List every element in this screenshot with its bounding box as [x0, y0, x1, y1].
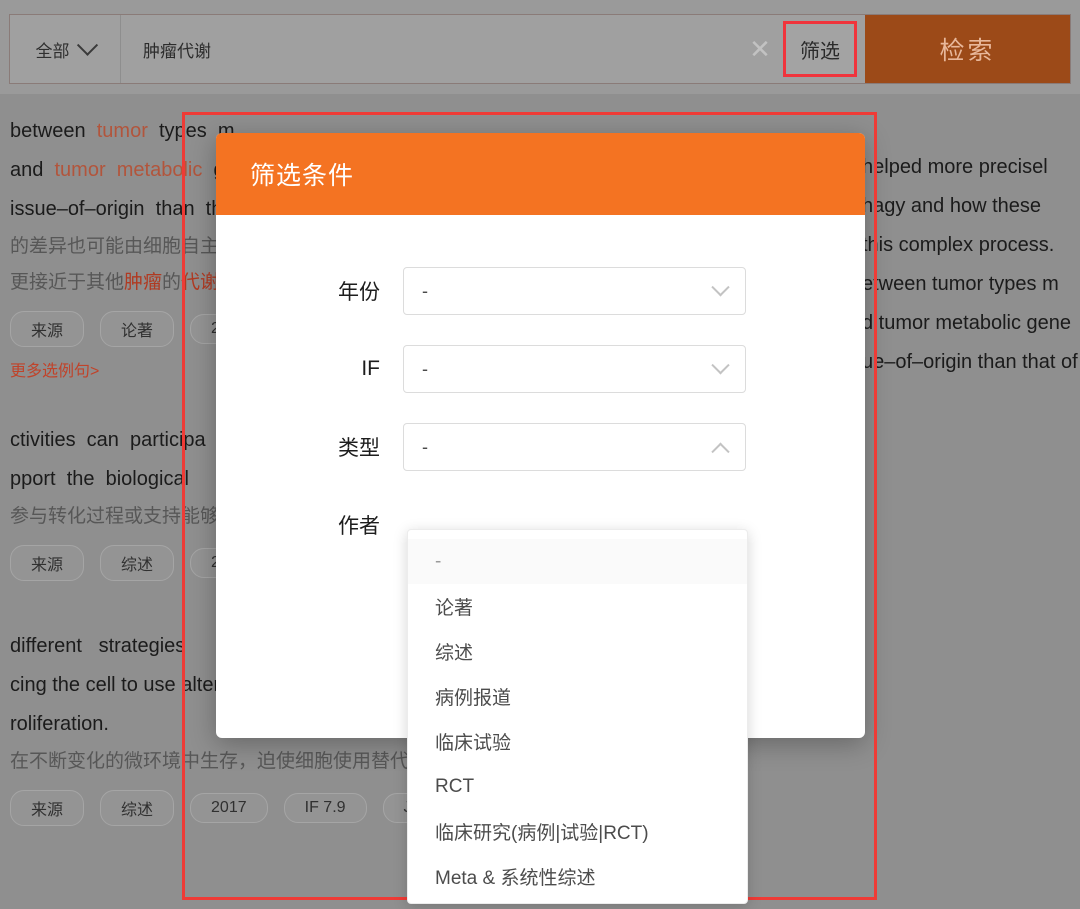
result-en-fragment: ue–of–origin than that of [862, 351, 1078, 373]
search-toolbar: 全部 ✕ 筛选 检索 [0, 0, 1080, 94]
search-button[interactable]: 检索 [865, 15, 1070, 83]
tag-type[interactable]: 综述 [100, 545, 175, 581]
if-select[interactable]: - [403, 345, 746, 393]
scope-dropdown[interactable]: 全部 [10, 15, 121, 83]
filter-field-year-label: 年份 [338, 281, 380, 304]
filter-modal-title: 筛选条件 [250, 162, 355, 190]
type-option-clinical-study[interactable]: 临床研究(病例|试验|RCT) [408, 809, 747, 854]
type-dropdown-menu[interactable]: - 论著 综述 病例报道 临床试验 RCT 临床研究(病例|试验|RCT) Me… [407, 529, 748, 904]
if-select-value: - [422, 358, 428, 379]
filter-field-type-label: 类型 [338, 437, 380, 460]
type-option-rct[interactable]: RCT [408, 764, 747, 809]
result-en-fragment: this complex process. [862, 234, 1055, 256]
year-select-value: - [422, 280, 428, 301]
result-en-fragment: hagy and how these [862, 195, 1042, 217]
result-en-fragment: etween tumor types m [862, 273, 1059, 295]
filter-button[interactable]: 筛选 [783, 21, 857, 77]
close-icon[interactable]: ✕ [737, 15, 783, 83]
search-button-label: 检索 [939, 37, 996, 65]
type-option-article[interactable]: 论著 [408, 584, 747, 629]
result-en-fragment: helped more precisel [862, 156, 1048, 178]
tag-source[interactable]: 来源 [10, 311, 85, 347]
filter-field-author-label: 作者 [338, 515, 380, 538]
filter-modal-body: 年份 - IF - 类型 - 作者 [216, 215, 865, 549]
type-option-meta-analysis[interactable]: Meta & 系统性综述 [408, 854, 747, 899]
year-select[interactable]: - [403, 267, 746, 315]
tag-type[interactable]: 综述 [100, 790, 175, 826]
tag-year[interactable]: 2017 [190, 793, 268, 823]
tag-source[interactable]: 来源 [10, 790, 85, 826]
result-en-fragment: d tumor metabolic gene [862, 312, 1072, 334]
filter-modal-header: 筛选条件 [216, 133, 865, 215]
type-option-review[interactable]: 综述 [408, 629, 747, 674]
type-option-case-report[interactable]: 病例报道 [408, 674, 747, 719]
search-input[interactable] [121, 15, 737, 83]
tag-source[interactable]: 来源 [10, 545, 85, 581]
type-option-none[interactable]: - [408, 539, 747, 584]
tag-if[interactable]: IF 7.9 [283, 793, 367, 823]
type-option-clinical-trial[interactable]: 临床试验 [408, 719, 747, 764]
result-right-column: helped more precisel hagy and how these … [862, 148, 1080, 382]
search-bar: 全部 ✕ 筛选 检索 [9, 14, 1071, 84]
filter-button-label: 筛选 [800, 40, 840, 63]
tag-type[interactable]: 论著 [100, 311, 175, 347]
chevron-up-icon [711, 442, 730, 461]
filter-field-type: 类型 - [216, 423, 865, 471]
chevron-down-icon [76, 34, 98, 56]
filter-field-if: IF - [216, 345, 865, 393]
filter-field-year: 年份 - [216, 267, 865, 315]
type-select-value: - [422, 436, 428, 457]
chevron-down-icon [711, 355, 730, 374]
chevron-down-icon [711, 277, 730, 296]
scope-label: 全部 [35, 41, 70, 61]
filter-field-if-label: IF [361, 357, 380, 380]
type-select[interactable]: - [403, 423, 746, 471]
